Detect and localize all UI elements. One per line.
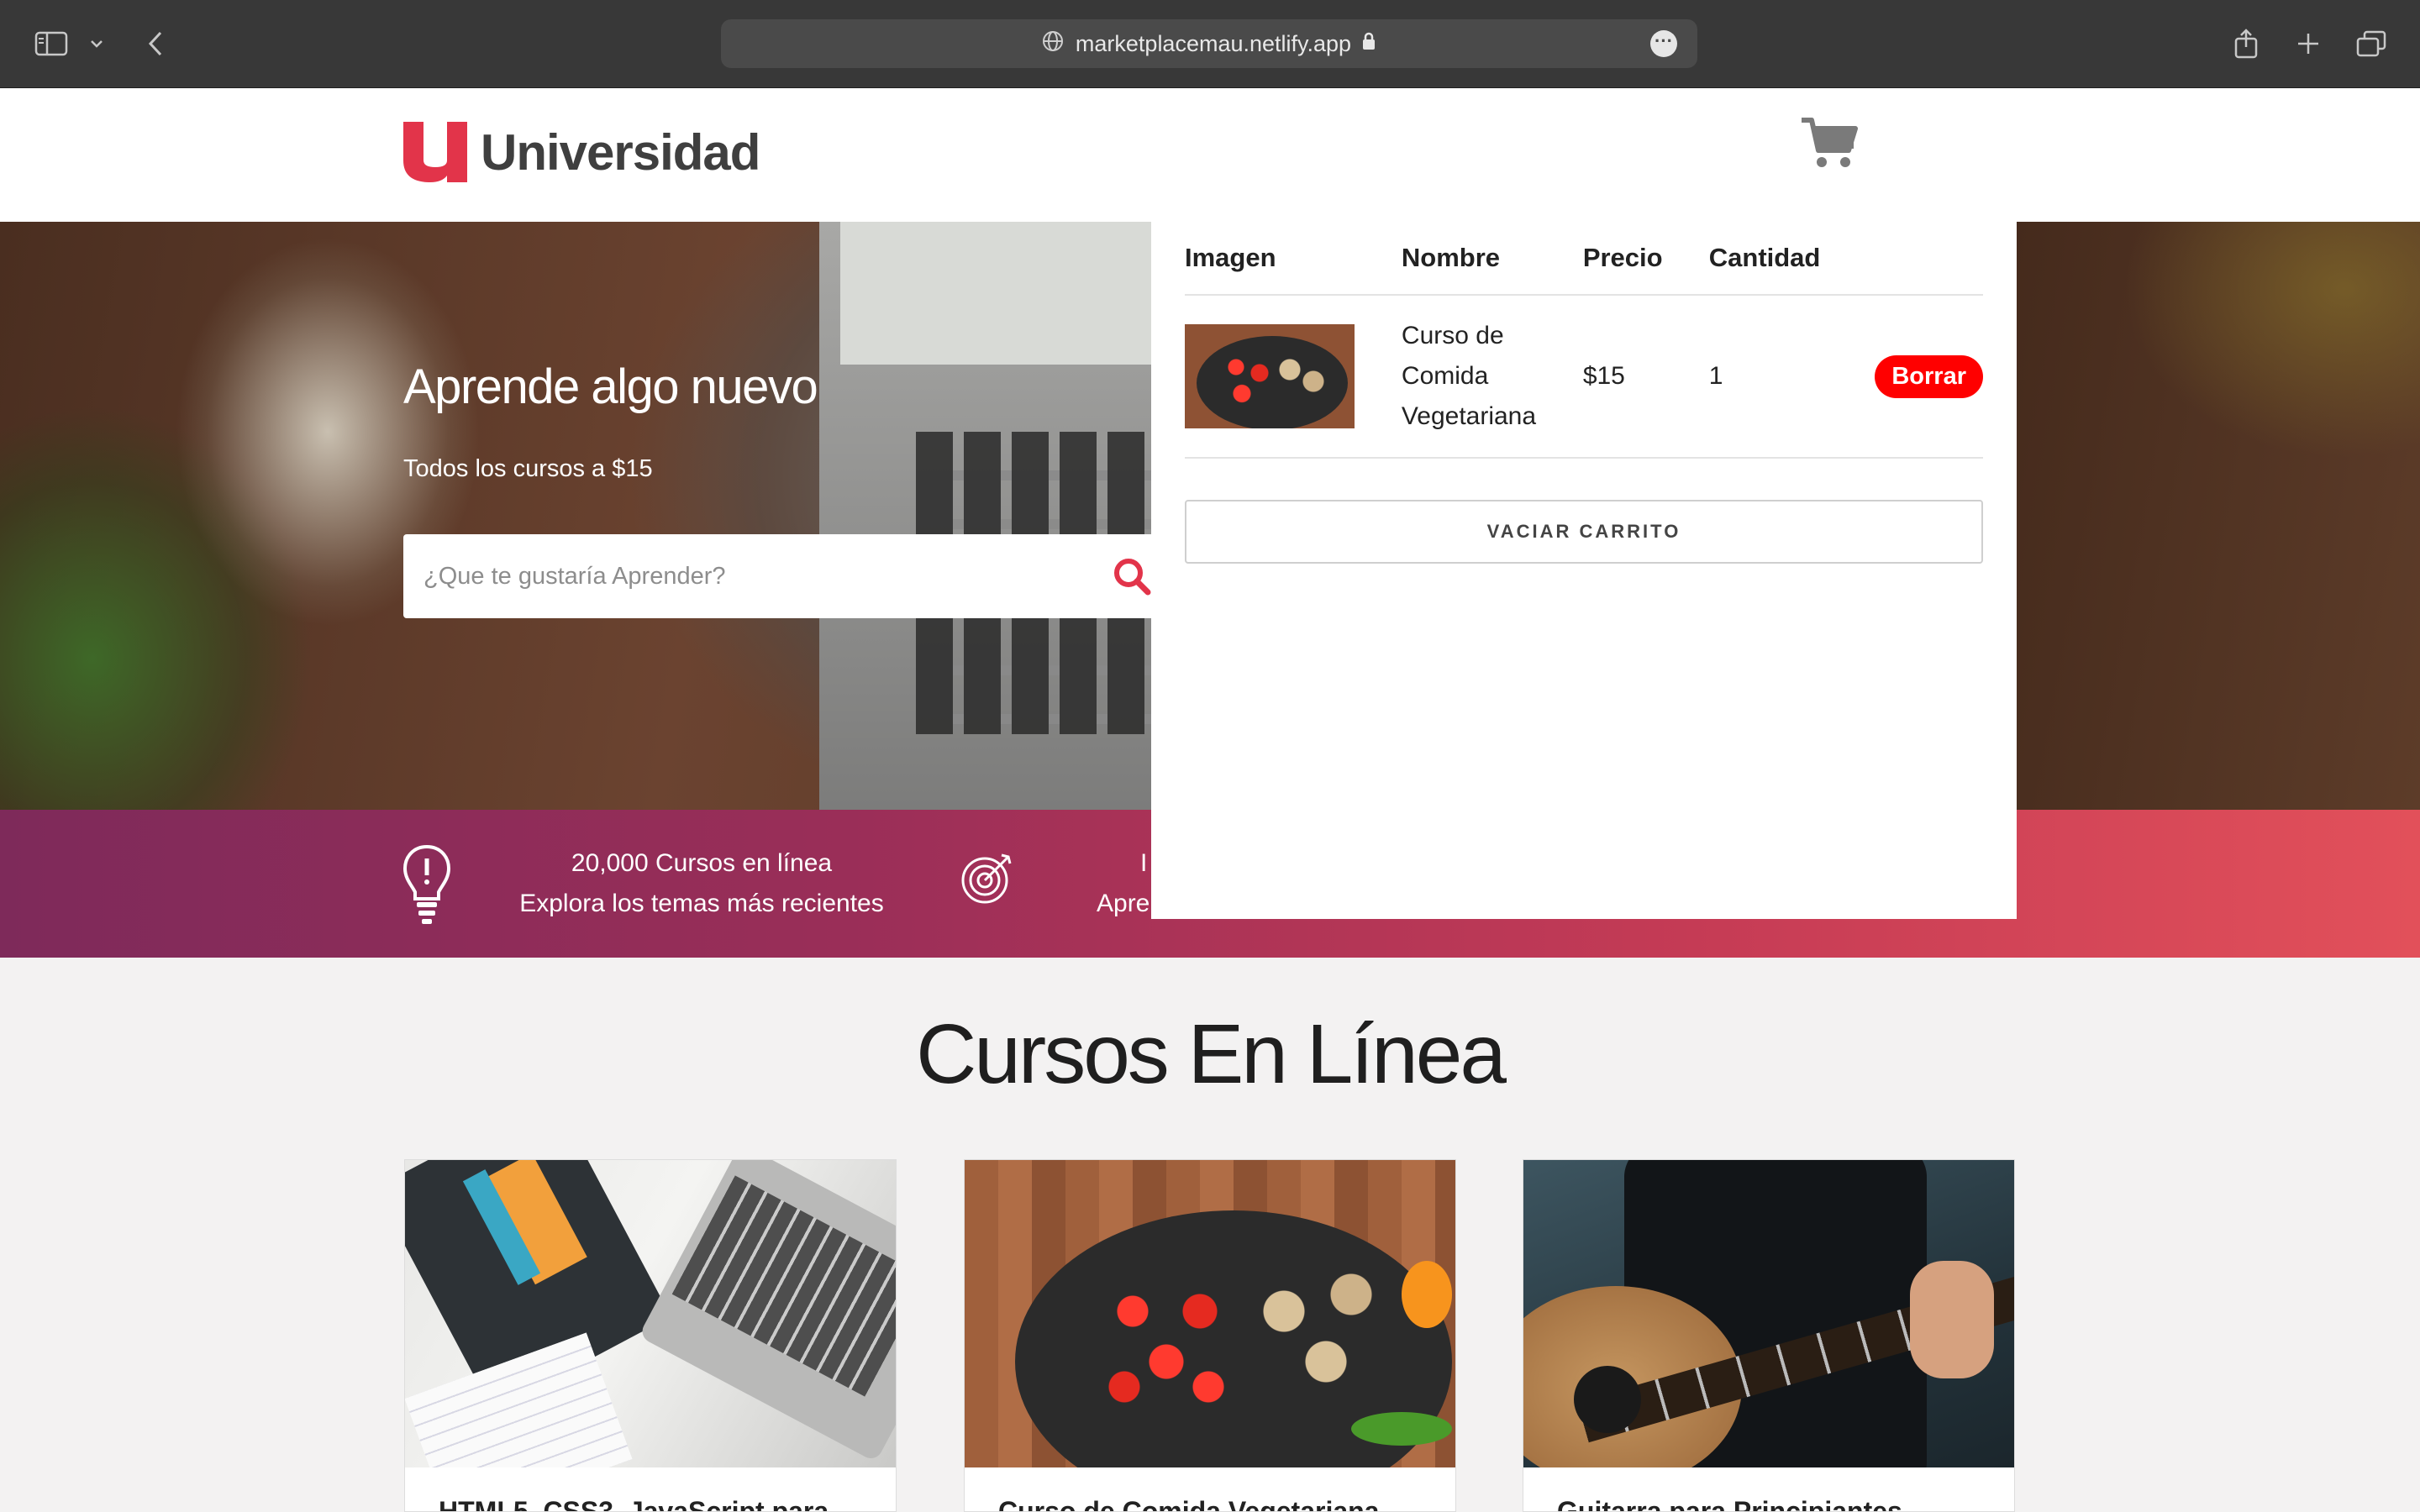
- cart-item-price: $15: [1582, 295, 1709, 459]
- cart-row: Curso de Comida Vegetariana $15 1 Borrar: [1185, 295, 1983, 459]
- cart-header-image: Imagen: [1185, 222, 1402, 296]
- course-title: Curso de Comida Vegetariana: [998, 1496, 1380, 1512]
- lightbulb-icon: [400, 843, 454, 932]
- delete-button[interactable]: Borrar: [1875, 354, 1983, 398]
- browser-toolbar: marketplacemau.netlify.app ···: [0, 0, 2420, 88]
- search-icon[interactable]: [1112, 556, 1152, 601]
- cart-header-price: Precio: [1582, 222, 1709, 296]
- search-placeholder: ¿Que te gustaría Aprender?: [424, 562, 726, 590]
- logo-text: Universidad: [481, 123, 760, 181]
- logo-mark: [402, 120, 469, 184]
- cart-item-action: Borrar: [1875, 295, 1983, 459]
- target-icon: [960, 850, 1015, 910]
- address-bar[interactable]: marketplacemau.netlify.app ···: [721, 19, 1697, 68]
- cart-item-image-cell: [1185, 295, 1402, 459]
- stat-item: I Apre: [1092, 843, 1160, 924]
- cart-header-action: [1875, 222, 1983, 296]
- tabs-overview-icon[interactable]: [2354, 24, 2388, 64]
- new-tab-icon[interactable]: [2294, 24, 2323, 64]
- cart-header-name: Nombre: [1401, 222, 1583, 296]
- course-title: HTML5, CSS3, JavaScript para: [439, 1496, 829, 1512]
- globe-icon: [1042, 30, 1064, 58]
- course-card[interactable]: HTML5, CSS3, JavaScript para: [404, 1159, 897, 1512]
- logo[interactable]: Universidad: [402, 120, 760, 184]
- cart-item-name-line: Vegetariana: [1401, 402, 1537, 430]
- cart-header-qty: Cantidad: [1708, 222, 1876, 296]
- chevron-down-icon[interactable]: [87, 24, 106, 64]
- back-icon[interactable]: [143, 24, 168, 64]
- course-image: [405, 1160, 896, 1467]
- stat-line2: Apre: [1097, 890, 1150, 917]
- cart-item-qty: 1: [1708, 295, 1876, 459]
- cart-item-thumbnail: [1185, 324, 1355, 428]
- cart-table: Imagen Nombre Precio Cantidad Curso de C…: [1185, 222, 1983, 459]
- cart-icon[interactable]: [1800, 117, 1859, 171]
- stat-line2: Explora los temas más recientes: [519, 890, 884, 917]
- sidebar-toggle-icon[interactable]: [34, 24, 69, 64]
- more-options-icon[interactable]: ···: [1650, 30, 1677, 57]
- course-card[interactable]: Guitarra para Principiantes: [1523, 1159, 2015, 1512]
- hero-title: Aprende algo nuevo: [403, 360, 818, 414]
- course-image: [965, 1160, 1455, 1467]
- search-input[interactable]: ¿Que te gustaría Aprender?: [403, 534, 1160, 618]
- hero-laptop-screen: [840, 222, 1172, 365]
- cart-item-name-line: Comida: [1401, 362, 1489, 390]
- section-title: Cursos En Línea: [916, 1007, 1507, 1101]
- cart-header-row: Imagen Nombre Precio Cantidad: [1185, 222, 1983, 296]
- course-title: Guitarra para Principiantes: [1557, 1496, 1902, 1512]
- course-image: [1523, 1160, 2014, 1467]
- url-text: marketplacemau.netlify.app: [1075, 30, 1352, 56]
- hero-subtitle: Todos los cursos a $15: [403, 455, 653, 482]
- site-header: Universidad: [0, 88, 2420, 222]
- stat-line1: 20,000 Cursos en línea: [571, 849, 833, 877]
- stat-item: 20,000 Cursos en línea Explora los temas…: [487, 843, 916, 924]
- lock-icon: [1361, 31, 1376, 57]
- empty-cart-button[interactable]: VACIAR CARRITO: [1185, 500, 1983, 564]
- course-card[interactable]: Curso de Comida Vegetariana: [964, 1159, 1456, 1512]
- cart-dropdown: Imagen Nombre Precio Cantidad Curso de C…: [1151, 222, 2017, 919]
- stat-line1: I: [1140, 849, 1148, 877]
- cart-item-name: Curso de Comida Vegetariana: [1401, 295, 1583, 459]
- share-icon[interactable]: [2231, 24, 2261, 64]
- cart-item-name-line: Curso de: [1401, 322, 1504, 349]
